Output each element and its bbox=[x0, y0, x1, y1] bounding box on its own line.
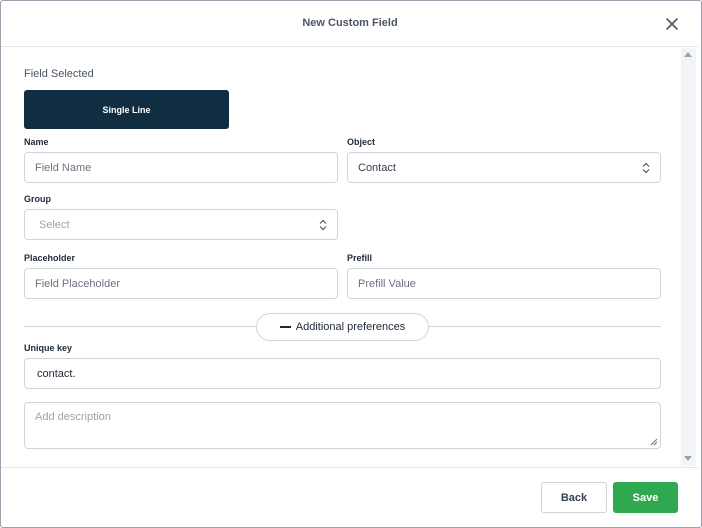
dialog-header: New Custom Field bbox=[1, 1, 699, 47]
placeholder-label: Placeholder bbox=[24, 253, 76, 263]
scrollbar[interactable] bbox=[681, 48, 696, 466]
close-icon[interactable] bbox=[662, 14, 682, 34]
prefill-input[interactable]: Prefill Value bbox=[347, 268, 661, 299]
name-input[interactable]: Field Name bbox=[24, 152, 338, 183]
group-select[interactable]: Select bbox=[24, 209, 338, 240]
object-select[interactable]: Contact bbox=[347, 152, 661, 183]
scroll-down-arrow-icon[interactable] bbox=[684, 456, 692, 461]
placeholder-input[interactable]: Field Placeholder bbox=[24, 268, 338, 299]
save-button[interactable]: Save bbox=[613, 482, 678, 513]
select-arrows-icon bbox=[319, 219, 327, 231]
unique-key-input[interactable]: contact. bbox=[24, 358, 661, 389]
description-placeholder: Add description bbox=[35, 411, 111, 423]
group-select-placeholder: Select bbox=[39, 218, 70, 231]
dialog-title: New Custom Field bbox=[302, 17, 398, 29]
collapse-dash-icon bbox=[279, 326, 291, 328]
object-select-value: Contact bbox=[358, 161, 396, 174]
scroll-up-arrow-icon[interactable] bbox=[684, 52, 692, 57]
field-type-chip[interactable]: Single Line bbox=[24, 90, 229, 129]
select-arrows-icon bbox=[642, 162, 650, 174]
back-button[interactable]: Back bbox=[541, 482, 607, 513]
resize-handle-icon[interactable] bbox=[650, 438, 658, 446]
additional-preferences-toggle[interactable]: Additional preferences bbox=[256, 313, 429, 341]
additional-preferences-label: Additional preferences bbox=[295, 321, 406, 333]
description-textarea[interactable]: Add description bbox=[24, 402, 661, 449]
prefill-label: Prefill bbox=[347, 253, 373, 263]
name-label: Name bbox=[24, 137, 49, 147]
group-label: Group bbox=[24, 194, 51, 204]
object-label: Object bbox=[347, 137, 376, 147]
unique-key-label: Unique key bbox=[24, 343, 73, 353]
field-selected-label: Field Selected bbox=[24, 68, 94, 80]
